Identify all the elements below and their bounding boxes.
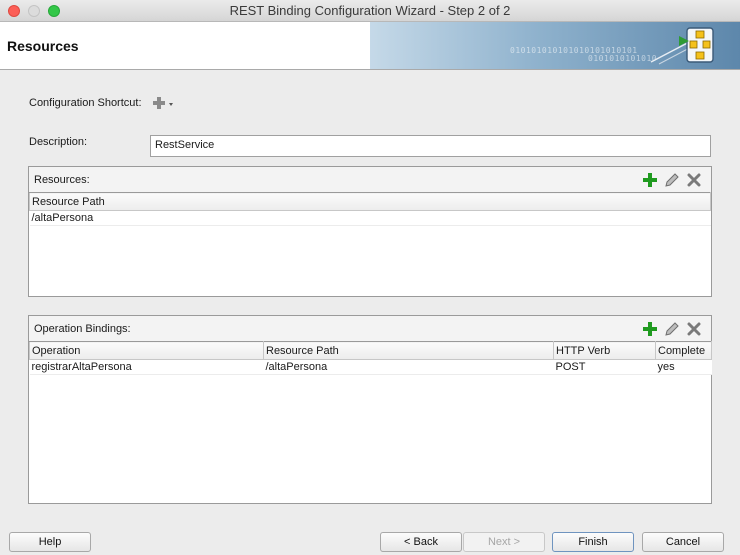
configuration-shortcut-label: Configuration Shortcut: [29,97,142,109]
column-complete[interactable]: Complete [655,341,712,360]
resources-panel-header: Resources: [29,167,711,192]
next-button[interactable]: Next > [463,532,545,552]
window-title: REST Binding Configuration Wizard - Step… [229,3,511,18]
configuration-shortcut-button[interactable] [152,96,176,112]
close-window-button[interactable] [8,5,20,17]
plus-dropdown-icon [153,97,173,109]
table-row[interactable]: /altaPersona [29,210,711,226]
pencil-icon [665,173,679,187]
resource-path-cell[interactable]: /altaPersona [29,210,711,226]
complete-cell[interactable]: yes [655,359,712,375]
wizard-header: Resources 010101010101010101010101 01010… [0,22,740,70]
zoom-window-button[interactable] [48,5,60,17]
back-button[interactable]: < Back [380,532,462,552]
add-icon [643,173,657,187]
resources-panel: Resources: Resource Path /altaPersona [28,166,712,297]
column-http-verb[interactable]: HTTP Verb [553,341,656,360]
table-row[interactable]: registrarAltaPersona /altaPersona POST y… [29,359,712,375]
edit-resource-button[interactable] [663,171,681,189]
operation-cell[interactable]: registrarAltaPersona [29,359,264,375]
operation-bindings-title: Operation Bindings: [34,323,131,335]
operation-bindings-table: Operation Resource Path HTTP Verb Comple… [29,341,712,375]
window-titlebar: REST Binding Configuration Wizard - Step… [0,0,740,22]
delete-resource-button[interactable] [685,171,703,189]
description-input[interactable]: RestService [150,135,711,157]
resources-title: Resources: [34,174,90,186]
operation-bindings-toolbar [641,320,703,338]
add-operation-button[interactable] [641,320,659,338]
operation-bindings-panel: Operation Bindings: Operation Resource P… [28,315,712,504]
delete-operation-button[interactable] [685,320,703,338]
resources-toolbar [641,171,703,189]
http-verb-cell[interactable]: POST [553,359,656,375]
resource-path-cell[interactable]: /altaPersona [263,359,554,375]
operation-bindings-panel-header: Operation Bindings: [29,316,711,341]
finish-button[interactable]: Finish [552,532,634,552]
pencil-icon [665,322,679,336]
add-icon [643,322,657,336]
resources-table-area: Resource Path /altaPersona [29,192,711,296]
configuration-shortcut-text: Configuration Shortcut: [29,97,142,109]
delete-icon [687,322,701,336]
resources-table: Resource Path /altaPersona [29,192,711,226]
resources-column-resource-path[interactable]: Resource Path [29,192,711,211]
help-button[interactable]: Help [9,532,91,552]
column-resource-path[interactable]: Resource Path [263,341,554,360]
page-title: Resources [7,38,79,54]
delete-icon [687,173,701,187]
edit-operation-button[interactable] [663,320,681,338]
header-banner: 010101010101010101010101 0101010101010 [370,22,740,69]
cancel-button[interactable]: Cancel [642,532,724,552]
operation-bindings-table-area: Operation Resource Path HTTP Verb Comple… [29,341,712,503]
description-label: Description: [29,136,88,148]
minimize-window-button[interactable] [28,5,40,17]
wizard-icon [650,27,714,65]
add-resource-button[interactable] [641,171,659,189]
column-operation[interactable]: Operation [29,341,264,360]
